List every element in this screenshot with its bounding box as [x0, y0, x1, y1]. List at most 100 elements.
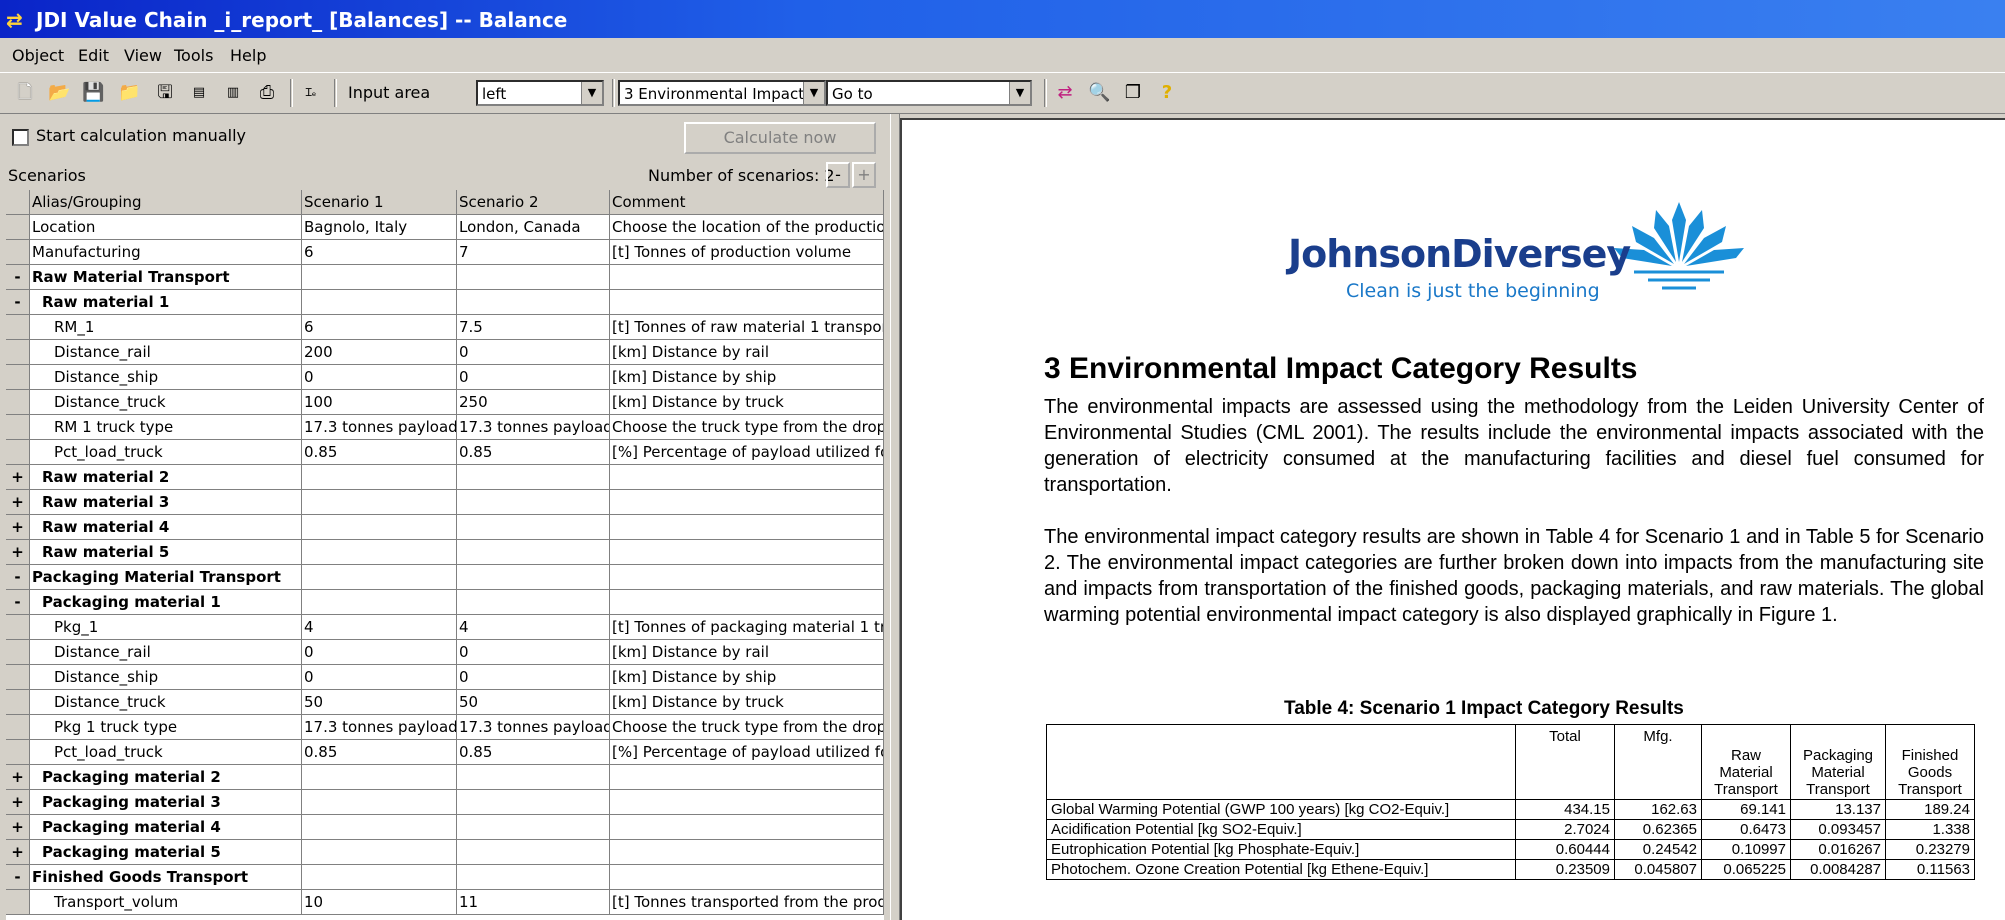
header-comment[interactable]: Comment — [610, 190, 884, 215]
expand-toggle[interactable]: - — [6, 590, 30, 615]
scenario-1-cell[interactable]: 10 — [302, 890, 457, 915]
grid-row: + Raw material 2 — [6, 465, 884, 490]
open-folder-icon[interactable]: 📂 — [48, 82, 70, 104]
scenario-2-cell[interactable]: 0 — [457, 640, 610, 665]
scenario-1-cell[interactable]: 0.85 — [302, 440, 457, 465]
scenario-1-cell[interactable]: 100 — [302, 390, 457, 415]
value-cell: 0.60444 — [1515, 839, 1615, 860]
splitter[interactable] — [890, 114, 900, 920]
scenario-2-cell[interactable]: 17.3 tonnes payload — [457, 715, 610, 740]
menu-object[interactable]: Object — [12, 46, 64, 65]
expand-toggle[interactable]: - — [6, 265, 30, 290]
scenario-1-cell[interactable]: 50 — [302, 690, 457, 715]
scenario-1-cell[interactable]: Bagnolo, Italy — [302, 215, 457, 240]
scenario-2-cell[interactable]: 11 — [457, 890, 610, 915]
expand-toggle[interactable]: + — [6, 840, 30, 865]
scenario-1-cell[interactable]: 0 — [302, 665, 457, 690]
preview-icon[interactable]: 🔍 — [1088, 82, 1110, 104]
expand-toggle[interactable]: - — [6, 565, 30, 590]
grid-row: - Raw material 1 — [6, 290, 884, 315]
expand-toggle[interactable]: + — [6, 490, 30, 515]
remove-scenario-button[interactable]: - — [826, 162, 850, 188]
section-select[interactable]: 3 Environmental Impact ▼ — [618, 80, 826, 106]
sync-icon[interactable]: ⇄ — [1054, 82, 1076, 104]
value-cell: 0.23509 — [1515, 859, 1615, 880]
alias-cell: Packaging Material Transport — [30, 565, 302, 590]
alias-cell: Pkg_1 — [30, 615, 302, 640]
save-as-icon[interactable]: 🖫 — [154, 82, 176, 104]
grid-row: Manufacturing 6 7 [t] Tonnes of production … — [6, 240, 884, 265]
scenario-2-cell[interactable]: 0 — [457, 340, 610, 365]
menu-edit[interactable]: Edit — [78, 46, 109, 65]
alias-cell: Raw material 2 — [30, 465, 302, 490]
goto-select[interactable]: Go to ▼ — [826, 80, 1032, 106]
new-file-icon[interactable]: 🗋 — [14, 82, 36, 104]
save-icon[interactable]: 💾 — [82, 82, 104, 104]
comment-cell — [610, 815, 884, 840]
scenario-2-cell[interactable]: 0.85 — [457, 440, 610, 465]
menu-help[interactable]: Help — [230, 46, 266, 65]
expand-toggle[interactable]: + — [6, 765, 30, 790]
scenario-2-cell[interactable]: 4 — [457, 615, 610, 640]
edit-mode-icon[interactable]: Ɪₑ — [300, 82, 322, 104]
expand-toggle[interactable]: + — [6, 790, 30, 815]
report-view: JohnsonDiversey Clean is just the beginn… — [900, 118, 2005, 920]
scenario-2-cell[interactable]: 0 — [457, 365, 610, 390]
export-pdf-icon[interactable]: ▥ — [222, 82, 244, 104]
expand-toggle[interactable]: + — [6, 515, 30, 540]
scenario-1-cell[interactable]: 4 — [302, 615, 457, 640]
chevron-down-icon[interactable]: ▼ — [581, 82, 602, 104]
expand-toggle[interactable]: + — [6, 465, 30, 490]
comment-cell — [610, 765, 884, 790]
header-scenario-1[interactable]: Scenario 1 — [302, 190, 457, 215]
scenario-2-cell[interactable]: 7.5 — [457, 315, 610, 340]
comment-cell — [610, 590, 884, 615]
chevron-down-icon[interactable]: ▼ — [1009, 82, 1030, 104]
scenario-2-cell[interactable]: 0 — [457, 665, 610, 690]
position-select[interactable]: left ▼ — [476, 80, 604, 106]
windows-icon[interactable]: ❐ — [1122, 82, 1144, 104]
menu-view[interactable]: View — [124, 46, 162, 65]
scenario-1-cell[interactable]: 6 — [302, 315, 457, 340]
comment-cell — [610, 490, 884, 515]
alias-cell: Transport_volum — [30, 890, 302, 915]
table-header-row: Total Mfg. Raw Material Transport Packag… — [1046, 724, 1975, 800]
add-scenario-button[interactable]: + — [852, 162, 876, 188]
alias-cell: Location — [30, 215, 302, 240]
help-icon[interactable]: ? — [1156, 82, 1178, 104]
expand-toggle — [6, 315, 30, 340]
menu-tools[interactable]: Tools — [174, 46, 213, 65]
scenario-2-cell[interactable]: 7 — [457, 240, 610, 265]
expand-toggle[interactable]: - — [6, 290, 30, 315]
export-html-icon[interactable]: ▤ — [188, 82, 210, 104]
print-icon[interactable]: ⎙ — [256, 82, 278, 104]
scenario-1-cell — [302, 540, 457, 565]
app-icon: ⇄ — [6, 8, 23, 32]
chevron-down-icon[interactable]: ▼ — [803, 82, 824, 104]
expand-toggle[interactable]: + — [6, 540, 30, 565]
header-scenario-2[interactable]: Scenario 2 — [457, 190, 610, 215]
scenario-2-cell[interactable]: 17.3 tonnes payload — [457, 415, 610, 440]
calculate-now-button[interactable]: Calculate now — [684, 122, 876, 154]
scenario-1-cell[interactable]: 6 — [302, 240, 457, 265]
scenario-1-cell[interactable]: 17.3 tonnes payload — [302, 415, 457, 440]
manual-calc-checkbox[interactable] — [12, 129, 29, 146]
grid-row: Pct_load_truck 0.85 0.85 [%] Percentage of … — [6, 440, 884, 465]
alias-cell: Pct_load_truck — [30, 740, 302, 765]
scenario-2-cell[interactable]: 250 — [457, 390, 610, 415]
value-cell: 0.23279 — [1885, 839, 1975, 860]
header-alias[interactable]: Alias/Grouping — [30, 190, 302, 215]
expand-toggle[interactable]: + — [6, 815, 30, 840]
alias-cell: Distance_truck — [30, 390, 302, 415]
scenario-1-cell[interactable]: 0 — [302, 365, 457, 390]
scenario-2-cell[interactable]: 50 — [457, 690, 610, 715]
scenario-2-cell[interactable]: 0.85 — [457, 740, 610, 765]
scenario-1-cell[interactable]: 200 — [302, 340, 457, 365]
scenario-1-cell[interactable]: 0 — [302, 640, 457, 665]
scenario-1-cell[interactable]: 17.3 tonnes payload — [302, 715, 457, 740]
open-icon[interactable]: 📁 — [118, 82, 140, 104]
expand-toggle[interactable]: - — [6, 865, 30, 890]
scenario-1-cell[interactable]: 0.85 — [302, 740, 457, 765]
scenario-2-cell[interactable]: London, Canada — [457, 215, 610, 240]
comment-cell: [%] Percentage of payload utilized for — [610, 740, 884, 765]
